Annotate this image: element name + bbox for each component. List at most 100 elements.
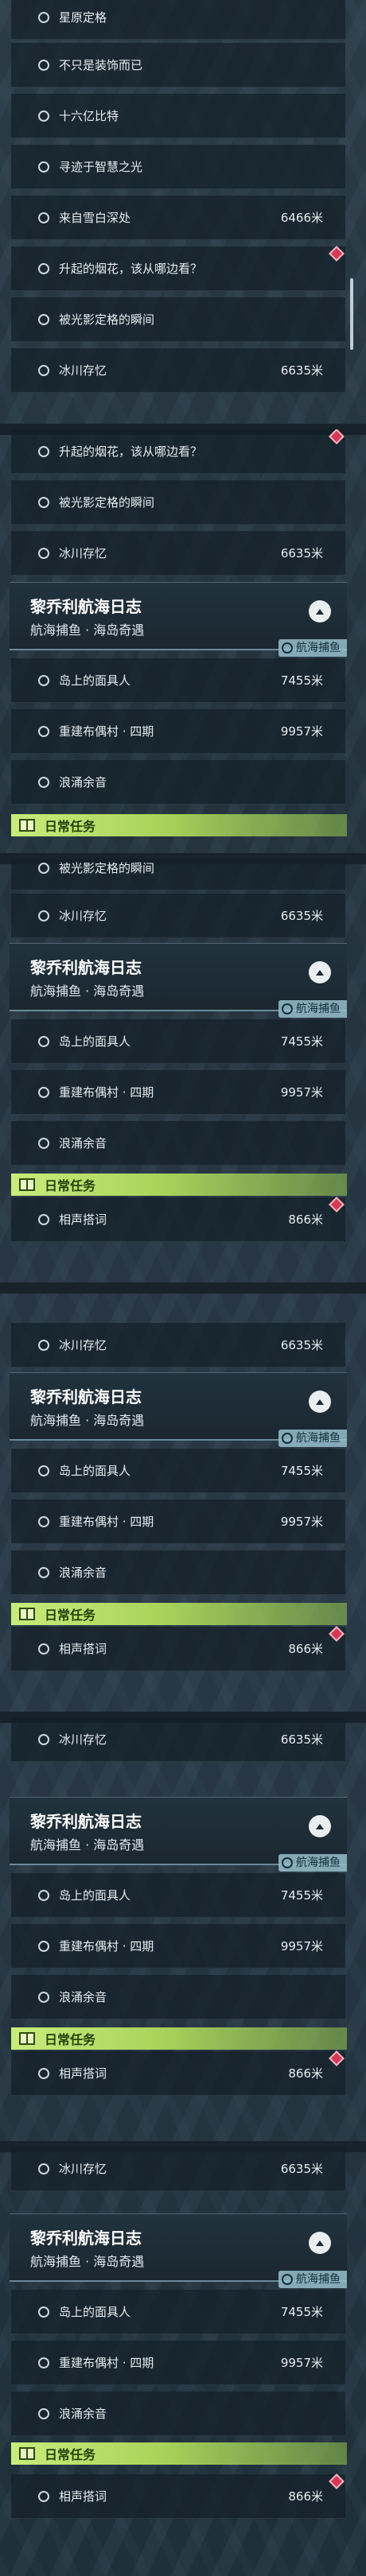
daily-tasks-header[interactable]: 日常任务	[11, 2442, 347, 2465]
quest-item[interactable]: 岛上的面具人 7455米	[11, 1449, 345, 1493]
collapse-button[interactable]	[309, 600, 331, 623]
voyage-title: 黎乔利航海日志	[30, 958, 142, 977]
quest-item[interactable]: 岛上的面具人 7455米	[11, 1873, 345, 1918]
quest-distance: 866米	[288, 2489, 323, 2504]
fishing-icon	[282, 1433, 293, 1444]
circle-outline-icon	[38, 1515, 49, 1527]
quest-item[interactable]: 升起的烟花，该从哪边看？	[11, 429, 345, 474]
voyage-log-header[interactable]: 黎乔利航海日志 航海捕鱼 · 海岛奇遇 航海捕鱼	[10, 582, 347, 657]
daily-tasks-header[interactable]: 日常任务	[11, 1603, 347, 1625]
voyage-log-header[interactable]: 黎乔利航海日志 航海捕鱼 · 海岛奇遇 航海捕鱼	[10, 1797, 347, 1872]
quest-item[interactable]: 浪涌余音	[11, 2392, 345, 2436]
fishing-tag-label: 航海捕鱼	[296, 1003, 341, 1015]
quest-label: 被光影定格的瞬间	[59, 312, 155, 327]
quest-item[interactable]: 星原定格	[11, 0, 345, 40]
chevron-up-icon	[316, 969, 324, 976]
quest-distance: 6635米	[280, 1338, 323, 1352]
quest-item[interactable]: 浪涌余音	[11, 760, 345, 805]
quest-label: 重建布偶村 · 四期	[59, 724, 154, 739]
quest-distance: 6635米	[280, 546, 323, 561]
quest-item[interactable]: 冰川存忆 6635米	[11, 2147, 345, 2191]
quest-item[interactable]: 相声搭词 866米	[11, 1626, 345, 1671]
quest-label: 相声搭词	[59, 2066, 107, 2081]
book-icon	[19, 2447, 35, 2460]
book-icon	[19, 1178, 35, 1191]
quest-item[interactable]: 相声搭词 866米	[11, 2473, 345, 2519]
quest-label: 岛上的面具人	[59, 1034, 131, 1049]
quest-item[interactable]: 被光影定格的瞬间	[11, 859, 345, 890]
quest-item[interactable]: 岛上的面具人 7455米	[11, 2290, 345, 2334]
circle-outline-icon	[38, 1889, 49, 1901]
quest-distance: 9957米	[280, 2356, 323, 2370]
red-diamond-marker-icon	[329, 1626, 345, 1642]
quest-distance: 7455米	[280, 1034, 323, 1049]
voyage-log-header[interactable]: 黎乔利航海日志 航海捕鱼 · 海岛奇遇 航海捕鱼	[10, 1372, 347, 1447]
quest-distance: 6635米	[280, 909, 323, 923]
quest-item[interactable]: 浪涌余音	[11, 1550, 345, 1595]
circle-outline-icon	[38, 674, 49, 686]
quest-item[interactable]: 被光影定格的瞬间	[11, 480, 345, 525]
circle-outline-icon	[38, 725, 49, 737]
quest-item[interactable]: 重建布偶村 · 四期 9957米	[11, 1499, 345, 1544]
quest-item[interactable]: 岛上的面具人 7455米	[11, 1019, 345, 1064]
circle-outline-icon	[38, 211, 49, 223]
quest-label: 浪涌余音	[59, 1565, 107, 1580]
quest-label: 寻迹于智慧之光	[59, 160, 143, 174]
collapse-button[interactable]	[309, 1815, 331, 1837]
quest-distance: 866米	[288, 2066, 323, 2081]
circle-outline-icon	[38, 364, 49, 376]
fishing-tag-label: 航海捕鱼	[296, 1856, 341, 1869]
quest-item[interactable]: 重建布偶村 · 四期 9957米	[11, 709, 345, 754]
collapse-button[interactable]	[309, 1391, 331, 1413]
quest-distance: 866米	[288, 1642, 323, 1656]
quest-item[interactable]: 岛上的面具人 7455米	[11, 658, 345, 703]
quest-item[interactable]: 相声搭词 866米	[11, 2050, 345, 2096]
quest-item[interactable]: 冰川存忆 6635米	[11, 1717, 345, 1762]
quest-item[interactable]: 寻迹于智慧之光	[11, 145, 345, 189]
quest-item[interactable]: 冰川存忆 6635米	[11, 1323, 345, 1368]
quest-item[interactable]: 来自雪白深处 6466米	[11, 196, 345, 240]
circle-outline-icon	[38, 496, 49, 508]
quest-label: 岛上的面具人	[59, 2305, 131, 2319]
quest-label: 来自雪白深处	[59, 211, 131, 225]
quest-list-panel-2: 升起的烟花，该从哪边看？ 被光影定格的瞬间 冰川存忆 6635米 黎乔利航海日志 …	[0, 429, 366, 859]
circle-outline-icon	[38, 110, 49, 122]
quest-label: 冰川存忆	[59, 909, 107, 923]
quest-item[interactable]: 冰川存忆 6635米	[11, 531, 345, 576]
quest-item[interactable]: 被光影定格的瞬间	[11, 297, 345, 342]
quest-item[interactable]: 浪涌余音	[11, 1975, 345, 2019]
scrollbar[interactable]	[350, 278, 353, 350]
quest-distance: 7455米	[280, 1464, 323, 1478]
quest-item[interactable]: 十六亿比特	[11, 94, 345, 138]
collapse-button[interactable]	[309, 961, 331, 983]
quest-item[interactable]: 不只是装饰而已	[11, 43, 345, 87]
quest-distance: 7455米	[280, 1888, 323, 1903]
circle-outline-icon	[38, 1339, 49, 1351]
quest-item[interactable]: 重建布偶村 · 四期 9957米	[11, 2341, 345, 2385]
quest-item[interactable]: 冰川存忆 6635米	[11, 348, 345, 393]
quest-label: 不只是装饰而已	[59, 58, 143, 72]
circle-outline-icon	[38, 2067, 49, 2079]
daily-tasks-header[interactable]: 日常任务	[11, 814, 347, 836]
quest-label: 重建布偶村 · 四期	[59, 1939, 154, 1953]
quest-distance: 9957米	[280, 724, 323, 739]
quest-item[interactable]: 重建布偶村 · 四期 9957米	[11, 1924, 345, 1969]
quest-label: 岛上的面具人	[59, 1464, 131, 1478]
quest-distance: 6466米	[280, 211, 323, 225]
quest-item[interactable]: 浪涌余音	[11, 1121, 345, 1166]
circle-outline-icon	[38, 1213, 49, 1225]
voyage-title: 黎乔利航海日志	[30, 1387, 142, 1406]
voyage-title: 黎乔利航海日志	[30, 597, 142, 616]
quest-item[interactable]: 升起的烟花，该从哪边看？	[11, 246, 345, 291]
daily-tasks-header[interactable]: 日常任务	[11, 1174, 347, 1196]
collapse-button[interactable]	[309, 2232, 331, 2254]
quest-item[interactable]: 冰川存忆 6635米	[11, 894, 345, 938]
quest-item[interactable]: 相声搭词 866米	[11, 1197, 345, 1242]
daily-tasks-label: 日常任务	[45, 2032, 96, 2047]
circle-outline-icon	[38, 313, 49, 325]
fishing-icon	[282, 2274, 293, 2285]
daily-tasks-header[interactable]: 日常任务	[11, 2027, 347, 2050]
quest-item[interactable]: 重建布偶村 · 四期 9957米	[11, 1070, 345, 1115]
voyage-log-header[interactable]: 黎乔利航海日志 航海捕鱼 · 海岛奇遇 航海捕鱼	[10, 943, 347, 1018]
voyage-log-header[interactable]: 黎乔利航海日志 航海捕鱼 · 海岛奇遇 航海捕鱼	[10, 2213, 347, 2288]
